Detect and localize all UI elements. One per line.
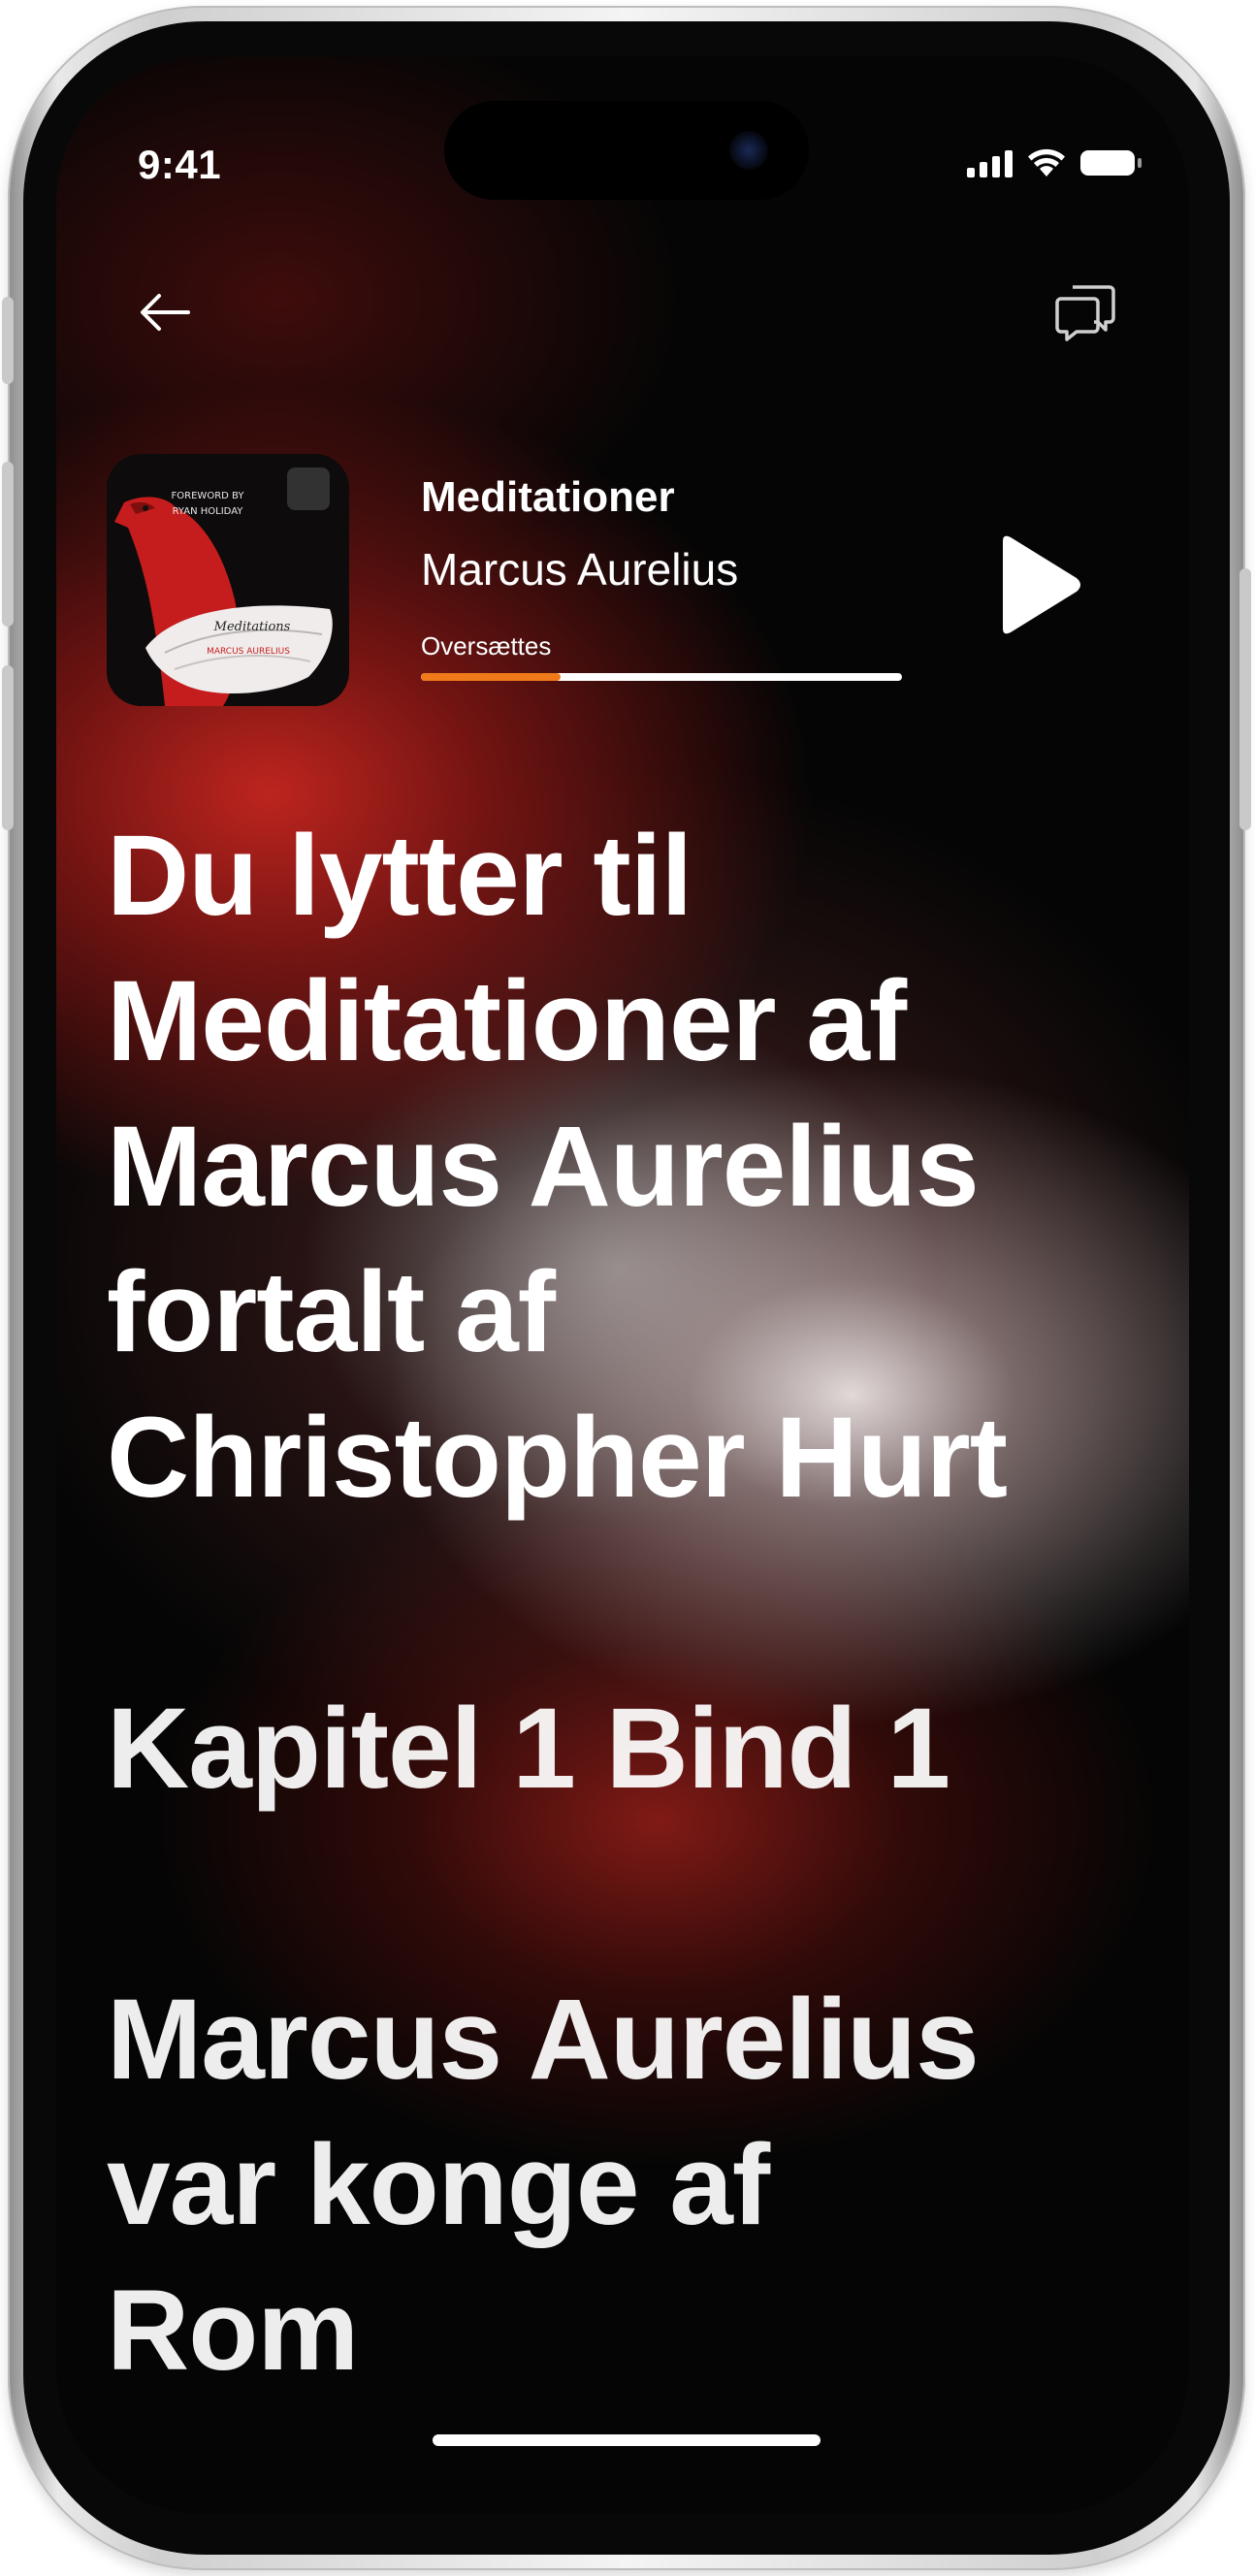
wifi-icon [1028,148,1065,177]
book-author: Marcus Aurelius [421,544,739,595]
chapter-heading: Kapitel 1 Bind 1 [107,1685,950,1813]
intro-line: Christopher Hurt [107,1394,1008,1522]
status-icons [967,147,1142,178]
volume-down-button [2,665,14,830]
cover-title: Meditations [213,620,291,634]
cover-top-text-2: RYAN HOLIDAY [173,506,244,517]
play-icon[interactable] [989,531,1086,638]
cover-author: MARCUS AURELIUS [207,647,290,657]
body-line: Rom [107,2267,359,2395]
power-button [1239,568,1251,830]
book-title: Meditationer [421,473,675,521]
volume-up-button [2,462,14,627]
screen: 9:41 FOREWORD BY RYAN HOLIDAY Meditation… [56,56,1189,2514]
status-time: 9:41 [138,142,222,187]
intro-line: fortalt af [107,1248,556,1376]
progress-fill [421,673,561,681]
camera-lens [729,131,768,170]
intro-line: Du lytter til [107,812,692,940]
translation-status: Oversættes [421,631,552,660]
book-cover[interactable]: FOREWORD BY RYAN HOLIDAY Meditations MAR… [107,454,349,706]
reading-transcript: Du lytter til Meditationer af Marcus Aur… [107,803,1154,2403]
body-line: Marcus Aurelius [107,1976,980,2104]
body-line: var konge af [107,2121,770,2249]
translation-progress-bar [421,673,902,681]
cover-artwork: FOREWORD BY RYAN HOLIDAY Meditations MAR… [107,454,349,706]
cellular-signal-icon [967,148,1013,177]
battery-icon [1080,150,1142,176]
chat-bubbles-icon[interactable] [1051,277,1119,345]
home-indicator[interactable] [433,2434,821,2446]
back-arrow-icon[interactable] [134,281,196,343]
dynamic-island [444,101,809,200]
action-button [2,297,14,384]
cover-top-text-1: FOREWORD BY [172,491,245,501]
intro-line: Marcus Aurelius [107,1103,980,1231]
intro-line: Meditationer af [107,957,907,1085]
